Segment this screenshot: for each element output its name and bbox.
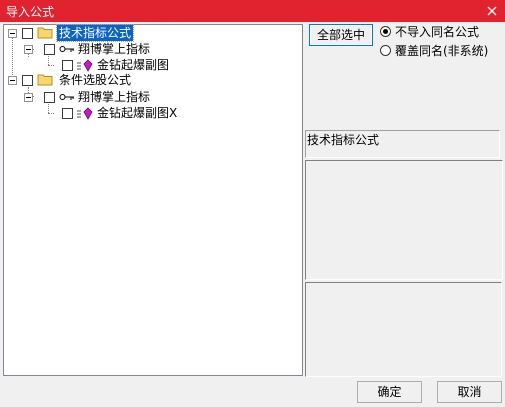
formula-description-panel	[305, 160, 503, 280]
key-icon	[59, 94, 74, 100]
tree-node-label[interactable]: 翔博掌上指标	[78, 41, 150, 57]
close-icon	[487, 6, 497, 16]
radio-overwrite-duplicates[interactable]	[380, 45, 391, 56]
indicator-checkbox[interactable]	[44, 92, 55, 103]
key-icon	[59, 46, 74, 52]
collapse-icon[interactable]	[24, 93, 33, 102]
formula-checkbox[interactable]	[62, 108, 73, 119]
radio-skip-duplicates[interactable]	[380, 26, 391, 37]
tree-node-label[interactable]: 金钻起爆副图X	[97, 105, 177, 121]
collapse-icon[interactable]	[24, 45, 33, 54]
title-bar: 导入公式	[0, 0, 505, 22]
close-button[interactable]	[479, 0, 505, 22]
formula-detail-panel	[305, 282, 502, 377]
tree-node-label[interactable]: 金钻起爆副图	[97, 57, 169, 73]
folder-icon	[37, 27, 53, 39]
option-label: 覆盖同名(非系统)	[395, 44, 489, 58]
cancel-button[interactable]: 取消	[437, 381, 502, 403]
formula-tree[interactable]: 技术指标公式 翔博掌上指标 金钻起爆副图 条件选股公式 翔博掌上指标 金钻起爆副…	[3, 24, 303, 376]
option-label: 不导入同名公式	[395, 25, 480, 39]
window-title: 导入公式	[6, 5, 55, 19]
tree-node-formula[interactable]: 金钻起爆副图X	[4, 105, 300, 121]
formula-icon	[77, 59, 93, 72]
collapse-icon[interactable]	[8, 76, 17, 85]
tree-node-indicator[interactable]: 翔博掌上指标	[4, 41, 300, 57]
tree-node-label[interactable]: 翔博掌上指标	[78, 89, 150, 105]
folder-icon	[37, 74, 53, 86]
formula-type-box: 技术指标公式	[305, 130, 500, 158]
tree-node-label[interactable]: 条件选股公式	[59, 72, 131, 88]
collapse-icon[interactable]	[8, 29, 17, 38]
indicator-checkbox[interactable]	[44, 44, 55, 55]
tree-node-group[interactable]: 条件选股公式	[4, 72, 300, 88]
tree-node-label[interactable]: 技术指标公式	[55, 24, 135, 42]
ok-button[interactable]: 确定	[357, 381, 422, 403]
tree-node-indicator[interactable]: 翔博掌上指标	[4, 89, 300, 105]
formula-type-text: 技术指标公式	[307, 133, 380, 147]
tree-node-group[interactable]: 技术指标公式	[4, 24, 300, 42]
select-all-button[interactable]: 全部选中	[309, 24, 373, 46]
formula-checkbox[interactable]	[62, 60, 73, 71]
tree-node-formula[interactable]: 金钻起爆副图	[4, 57, 300, 73]
group-checkbox[interactable]	[22, 28, 33, 39]
group-checkbox[interactable]	[22, 75, 33, 86]
formula-icon	[77, 107, 93, 120]
